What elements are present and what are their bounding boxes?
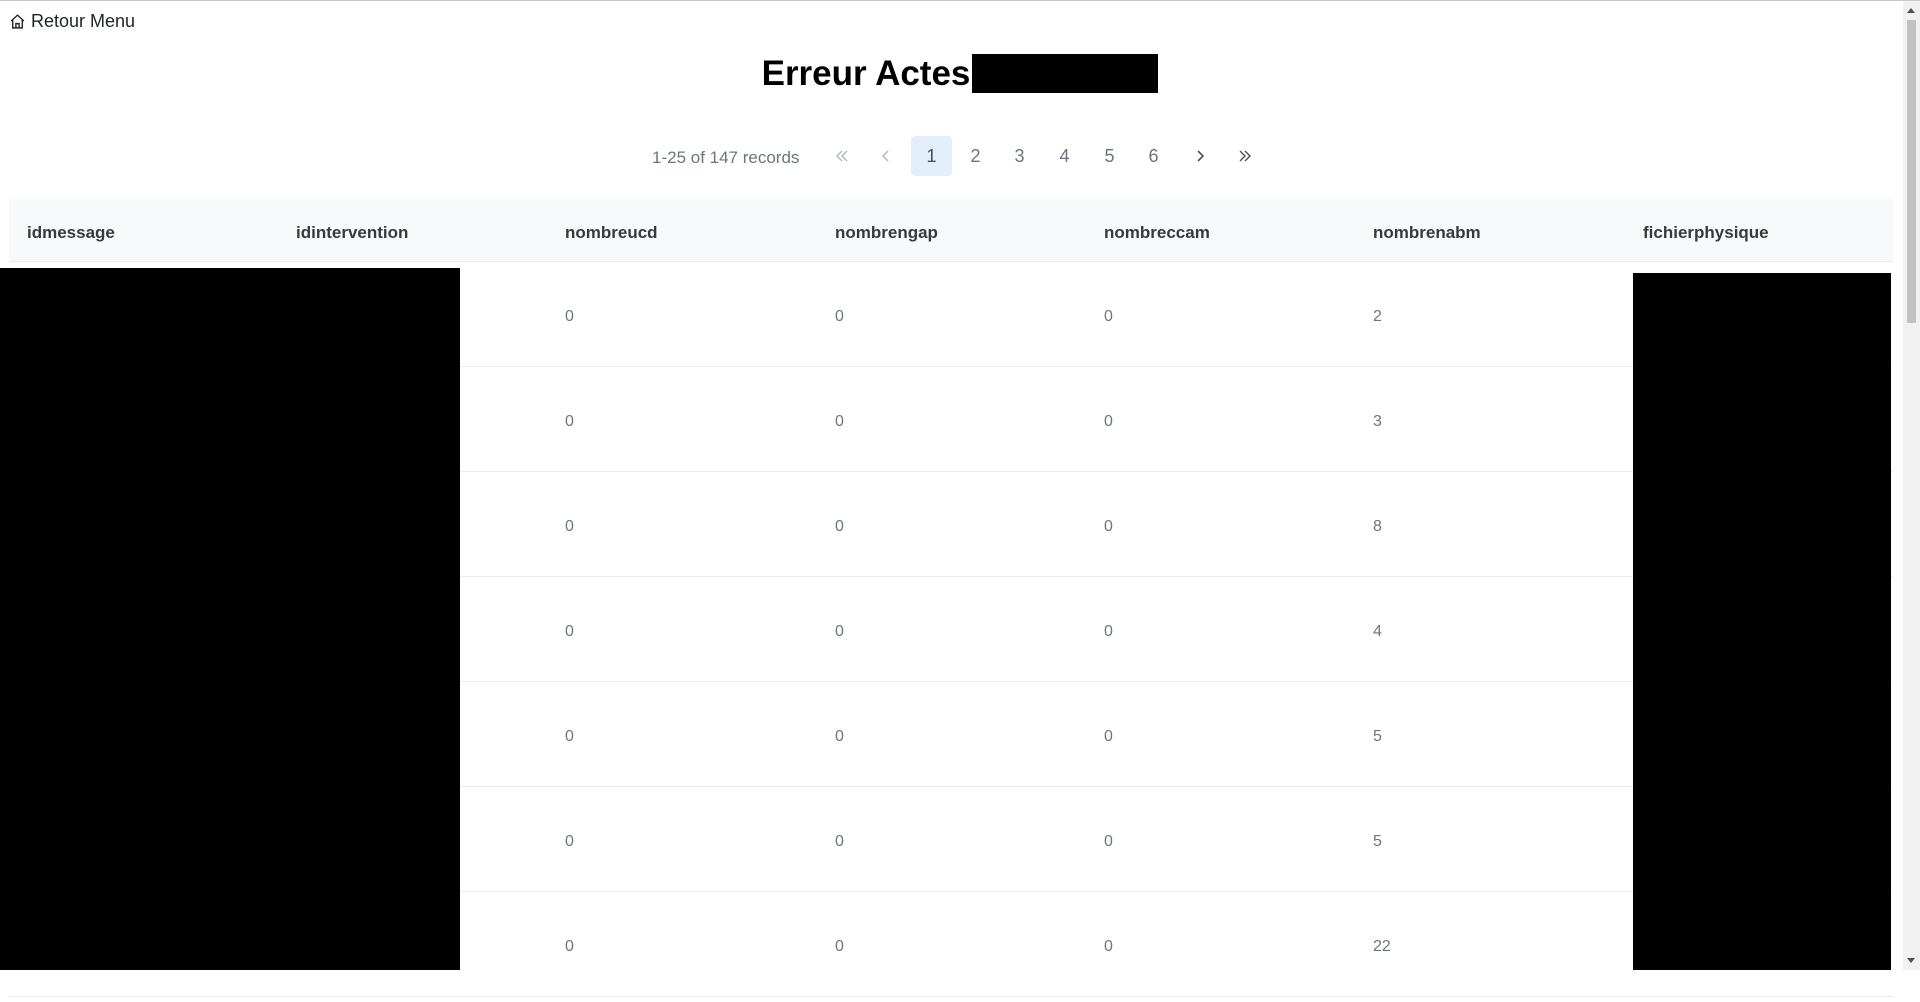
double-chevron-left-icon [835,150,847,162]
chevron-left-icon [881,150,888,162]
cell-nombreucd: 0 [565,308,574,325]
column-header-fichierphysique[interactable]: fichierphysique [1643,199,1769,261]
cell-nombreucd: 0 [565,833,574,850]
redacted-file-column [1633,273,1891,970]
cell-nombrenabm: 8 [1373,518,1382,535]
cell-nombreucd: 0 [565,938,574,955]
cell-nombreccam: 0 [1104,728,1113,745]
cell-nombreccam: 0 [1104,308,1113,325]
page-button-5[interactable]: 5 [1089,136,1130,176]
page-button-6[interactable]: 6 [1133,136,1174,176]
cell-nombreucd: 0 [565,728,574,745]
cell-nombreccam: 0 [1104,833,1113,850]
first-page-button[interactable] [821,136,862,176]
records-count: 1-25 of 147 records [652,148,800,167]
cell-nombrengap: 0 [835,623,844,640]
cell-nombrenabm: 5 [1373,833,1382,850]
cell-nombreccam: 0 [1104,413,1113,430]
column-header-idintervention[interactable]: idintervention [296,199,408,261]
cell-nombrengap: 0 [835,938,844,955]
scroll-down-icon[interactable] [1907,958,1915,963]
chevron-right-icon [1196,150,1204,162]
cell-nombrengap: 0 [835,413,844,430]
prev-page-button[interactable] [865,136,906,176]
page-button-1[interactable]: 1 [911,136,952,176]
cell-nombreucd: 0 [565,623,574,640]
home-link[interactable]: Retour Menu [9,11,135,32]
column-header-nombreucd[interactable]: nombreucd [565,199,658,261]
cell-nombrengap: 0 [835,833,844,850]
column-header-nombreccam[interactable]: nombreccam [1104,199,1210,261]
cell-nombrenabm: 3 [1373,413,1382,430]
redacted-title-suffix [972,54,1159,94]
page-title: Erreur Actes [0,52,1920,96]
vertical-scrollbar[interactable] [1903,1,1920,970]
pagination-bar: 1-25 of 147 records 1 2 3 4 5 6 [0,136,1920,176]
column-header-nombrenabm[interactable]: nombrenabm [1373,199,1481,261]
last-page-button[interactable] [1224,136,1265,176]
cell-nombrengap: 0 [835,308,844,325]
cell-nombrenabm: 22 [1373,938,1391,955]
scrollbar-thumb[interactable] [1907,20,1916,323]
cell-nombrenabm: 2 [1373,308,1382,325]
cell-nombrengap: 0 [835,728,844,745]
cell-nombreccam: 0 [1104,518,1113,535]
table-header: idmessage idintervention nombreucd nombr… [9,199,1893,262]
cell-nombreucd: 0 [565,413,574,430]
page-button-3[interactable]: 3 [999,136,1040,176]
page-button-2[interactable]: 2 [955,136,996,176]
cell-nombrenabm: 5 [1373,728,1382,745]
page-button-4[interactable]: 4 [1044,136,1085,176]
home-link-label: Retour Menu [31,11,136,31]
cell-nombrengap: 0 [835,518,844,535]
cell-nombreucd: 0 [565,518,574,535]
cell-nombreccam: 0 [1104,623,1113,640]
double-chevron-right-icon [1239,150,1251,162]
column-header-idmessage[interactable]: idmessage [27,199,115,261]
next-page-button[interactable] [1179,136,1220,176]
home-icon [9,13,27,31]
window-top-border [0,0,1920,1]
cell-nombreccam: 0 [1104,938,1113,955]
scroll-up-icon[interactable] [1907,8,1915,13]
redacted-id-columns [0,268,460,970]
page-title-text: Erreur Actes [761,54,971,93]
cell-nombrenabm: 4 [1373,623,1382,640]
column-header-nombrengap[interactable]: nombrengap [835,199,938,261]
